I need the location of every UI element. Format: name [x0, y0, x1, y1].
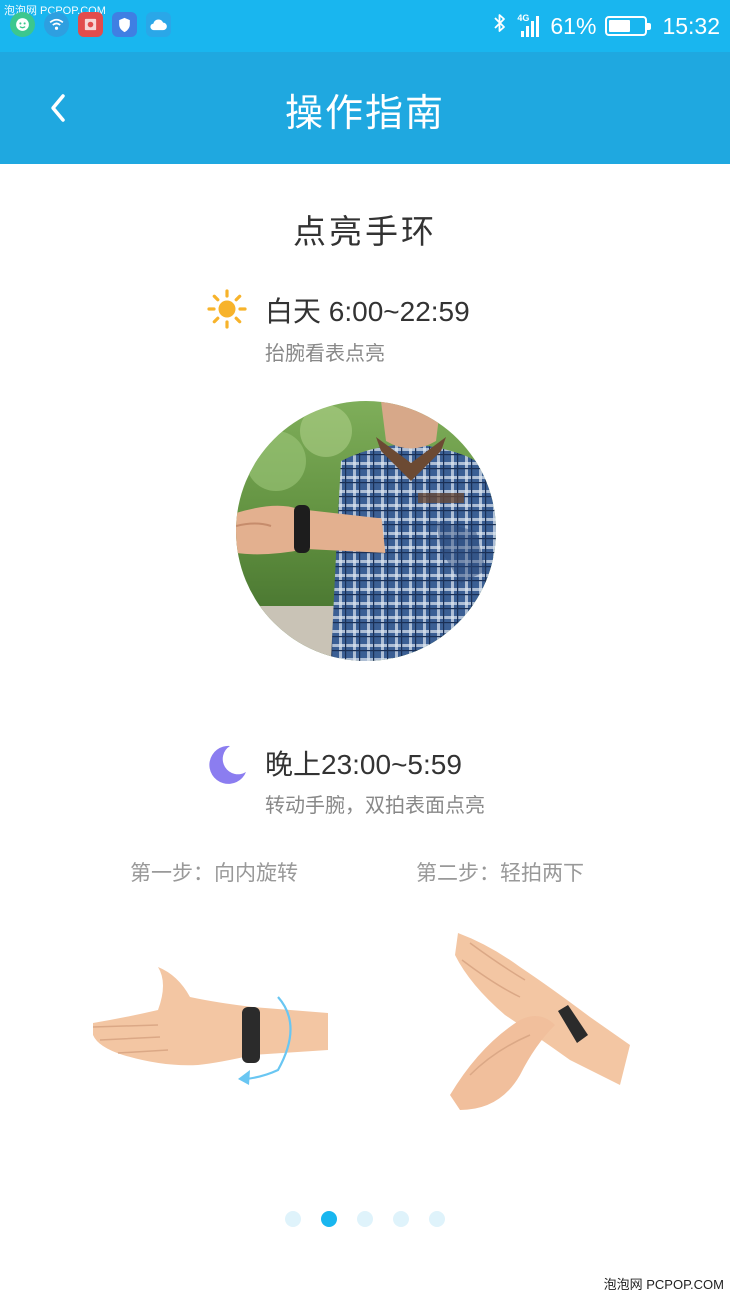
red-app-icon: [78, 12, 103, 37]
status-bar: 泡泡网 PCPOP.COM 4G 61% 15:32: [0, 0, 730, 52]
clock: 15:32: [662, 12, 720, 39]
shield-icon: [112, 12, 137, 37]
status-indicators: 4G 61% 15:32: [492, 10, 720, 42]
signal-icon: 4G: [517, 13, 541, 39]
sun-icon: [206, 288, 248, 330]
rotate-wrist-illustration: [88, 955, 338, 1095]
battery-level: [609, 20, 631, 32]
tap-twice-illustration: [440, 925, 640, 1115]
notification-icons: [10, 12, 171, 37]
page-title: 操作指南: [284, 91, 445, 135]
app-bar: 操作指南: [0, 52, 730, 164]
step-1-label: 第一步：向内旋转: [130, 861, 298, 885]
bluetooth-icon: [492, 11, 508, 41]
cloud-icon: [146, 12, 171, 37]
watermark-bottom: 泡泡网 PCPOP.COM: [603, 1277, 724, 1292]
wifi-app-icon: [44, 12, 69, 37]
page-dot[interactable]: [285, 1211, 301, 1227]
day-subtitle: 抬腕看表点亮: [265, 341, 385, 365]
night-subtitle: 转动手腕，双拍表面点亮: [265, 793, 485, 817]
night-heading: 晚上23:00~5:59: [265, 749, 462, 780]
page-dot[interactable]: [393, 1211, 409, 1227]
battery-percent: 61%: [550, 12, 597, 39]
page-indicator: [0, 1211, 730, 1227]
section-title: 点亮手环: [293, 212, 437, 251]
chat-icon: [10, 12, 35, 37]
raise-wrist-photo: [236, 401, 496, 661]
page-dot[interactable]: [357, 1211, 373, 1227]
step-2-label: 第二步：轻拍两下: [416, 861, 584, 885]
page-dot[interactable]: [321, 1211, 337, 1227]
day-heading: 白天 6:00~22:59: [265, 296, 470, 327]
moon-icon: [204, 742, 250, 788]
page-dot[interactable]: [429, 1211, 445, 1227]
battery-icon: [605, 16, 652, 36]
